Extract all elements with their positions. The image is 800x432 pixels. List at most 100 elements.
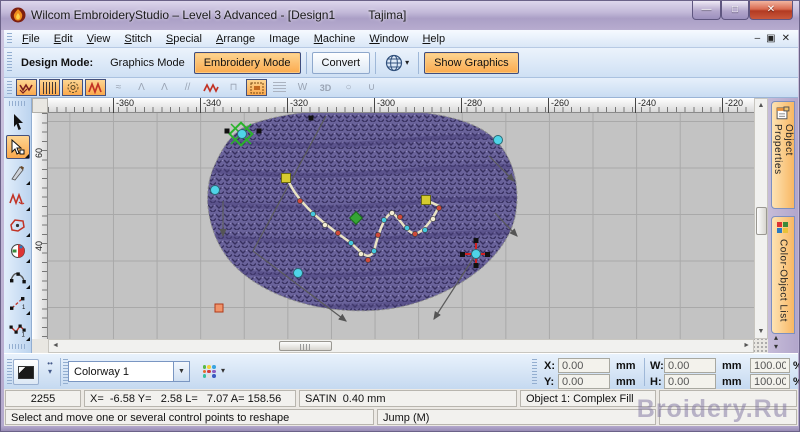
satin-column-a-icon[interactable]: Λ — [131, 79, 152, 96]
freehand-stitch-tool[interactable] — [6, 187, 30, 211]
embroidery-design[interactable] — [48, 113, 754, 339]
toolbox-grip[interactable] — [9, 101, 26, 106]
ruler-origin-box[interactable] — [32, 98, 48, 113]
show-bitmap-button[interactable] — [13, 359, 39, 385]
menu-grip[interactable] — [7, 32, 12, 45]
control-point[interactable] — [256, 128, 262, 134]
h-input[interactable] — [664, 374, 716, 389]
palette-editor-button[interactable] — [198, 361, 220, 382]
menu-item-machine[interactable]: Machine — [307, 32, 363, 46]
toolbar-overflow-chevron[interactable]: •• ▾ — [45, 360, 55, 384]
show-graphics-button[interactable]: Show Graphics — [424, 51, 519, 74]
menu-item-help[interactable]: Help — [415, 32, 452, 46]
wave-fill-icon[interactable] — [200, 79, 221, 96]
window-close-button[interactable]: ✕ — [749, 1, 793, 20]
horizontal-scroll-thumb[interactable] — [279, 341, 332, 351]
scroll-down-icon[interactable]: ▼ — [758, 325, 765, 338]
zigzag-stitch-icon[interactable]: ≈ — [108, 79, 129, 96]
palette-dropdown-icon[interactable]: ▾ — [221, 366, 225, 375]
combo-dropdown-icon[interactable]: ▼ — [173, 362, 189, 381]
fancy-fill-icon[interactable] — [85, 79, 106, 96]
document-restore-icon[interactable]: ▣ — [766, 33, 775, 44]
orange-handle[interactable] — [214, 303, 224, 313]
closed-shape-tool[interactable] — [6, 213, 30, 237]
node-edit-tool[interactable] — [6, 265, 30, 289]
cyan-handle[interactable] — [493, 135, 503, 145]
y-input[interactable] — [558, 374, 610, 389]
tab-object-properties[interactable]: Object Properties — [771, 101, 795, 209]
fan-stitch-icon[interactable]: // — [177, 79, 198, 96]
hoop-globe-button[interactable]: ▾ — [381, 51, 413, 75]
colorway-toolbar: ••▾ Colorway 1 ▼ ▾ X: mm W: mm % Y: mm H… — [4, 353, 799, 389]
colorway-select[interactable]: Colorway 1 ▼ — [68, 361, 190, 382]
reshape-tool[interactable] — [5, 135, 30, 159]
toolbar-grip[interactable] — [532, 359, 537, 385]
scroll-right-icon[interactable]: ► — [743, 342, 750, 349]
cyan-handle[interactable] — [237, 129, 247, 139]
dock-scroll-arrows[interactable]: ▴ ▾ — [774, 333, 778, 351]
scale-y-input[interactable] — [750, 374, 790, 389]
cyan-handle[interactable] — [293, 268, 303, 278]
menu-item-edit[interactable]: Edit — [47, 32, 80, 46]
3d-warp-icon[interactable]: 3D — [315, 79, 336, 96]
document-minimize-icon[interactable]: – — [755, 33, 761, 44]
color-wheel-tool[interactable] — [6, 239, 30, 263]
motif-fill-icon[interactable] — [62, 79, 83, 96]
toolbar-grip[interactable] — [7, 52, 12, 73]
cyan-handle[interactable] — [210, 185, 220, 195]
menu-item-view[interactable]: View — [80, 32, 118, 46]
resize-grip[interactable] — [754, 339, 768, 353]
toolbox: 1 1 — [4, 98, 32, 353]
satin-column-b-icon[interactable]: Λ — [154, 79, 175, 96]
menu-item-file[interactable]: File — [15, 32, 47, 46]
column-stitch-icon[interactable]: ⊓ — [223, 79, 244, 96]
control-point[interactable] — [473, 238, 479, 243]
scroll-left-icon[interactable]: ◄ — [52, 342, 59, 349]
vertical-scrollbar[interactable]: ▲ ▼ — [754, 98, 768, 339]
yellow-handle[interactable] — [281, 173, 291, 183]
yellow-handle[interactable] — [421, 195, 431, 205]
window-maximize-button[interactable]: □ — [721, 1, 749, 20]
menu-item-image[interactable]: Image — [262, 32, 307, 46]
pattern-stamp-icon[interactable] — [246, 79, 267, 96]
scale-x-input[interactable] — [750, 358, 790, 373]
embroidery-mode-button[interactable]: Embroidery Mode — [193, 51, 301, 74]
horizontal-scrollbar[interactable]: ◄ ► — [48, 339, 754, 353]
x-input[interactable] — [558, 358, 610, 373]
w-input[interactable] — [664, 358, 716, 373]
control-point[interactable] — [224, 128, 230, 134]
trim-basket-icon[interactable]: ∪ — [361, 79, 382, 96]
vertical-scroll-thumb[interactable] — [756, 207, 767, 235]
stitch-lines-icon[interactable] — [269, 79, 290, 96]
toolbar-grip[interactable] — [7, 359, 12, 385]
tatami-fill-icon[interactable] — [39, 79, 60, 96]
control-point[interactable] — [473, 263, 479, 268]
digitize-run-tool[interactable]: 1 — [6, 317, 30, 341]
run-stitch-icon[interactable] — [16, 79, 37, 96]
menu-item-arrange[interactable]: Arrange — [209, 32, 262, 46]
control-point[interactable] — [460, 252, 465, 257]
document-close-icon[interactable]: ✕ — [782, 33, 790, 44]
palette-icon — [202, 365, 216, 378]
toolbar-grip[interactable] — [7, 80, 12, 95]
menu-item-window[interactable]: Window — [362, 32, 415, 46]
graphics-mode-button[interactable]: Graphics Mode — [101, 53, 194, 73]
menu-item-stitch[interactable]: Stitch — [117, 32, 159, 46]
tab-color-object-list[interactable]: Color-Object List — [771, 216, 795, 334]
control-point[interactable] — [485, 252, 490, 257]
insert-points-tool[interactable]: 1 — [6, 291, 30, 315]
vertical-ruler[interactable]: 60 40 — [32, 113, 48, 339]
convert-button[interactable]: Convert — [311, 51, 371, 74]
control-point[interactable] — [308, 115, 314, 121]
toolbox-grip[interactable] — [9, 344, 26, 349]
select-tool[interactable] — [6, 109, 30, 133]
window-minimize-button[interactable]: — — [692, 1, 721, 20]
cyan-handle[interactable] — [471, 249, 481, 259]
menu-item-special[interactable]: Special — [159, 32, 209, 46]
hatch-fill-icon[interactable]: W — [292, 79, 313, 96]
ring-shape-icon[interactable]: ○ — [338, 79, 359, 96]
knife-tool[interactable] — [6, 161, 30, 185]
title-bar[interactable]: Wilcom EmbroideryStudio – Level 3 Advanc… — [1, 1, 799, 30]
horizontal-ruler[interactable]: -360 -340 -320 -300 -280 -260 -240 -220 — [48, 98, 754, 113]
scroll-up-icon[interactable]: ▲ — [758, 99, 765, 112]
